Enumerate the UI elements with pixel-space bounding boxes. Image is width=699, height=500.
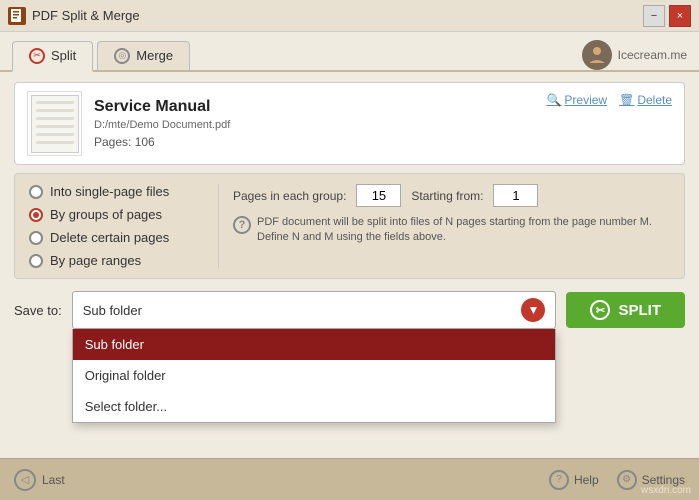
radio-groups[interactable]: By groups of pages	[29, 207, 206, 222]
options-right: Pages in each group: Starting from: ? PD…	[219, 184, 670, 268]
radio-label-ranges: By page ranges	[50, 253, 141, 268]
file-actions: 🔍 Preview 🗑 Delete	[546, 93, 672, 107]
help-icon: ?	[549, 470, 569, 490]
file-card: Service Manual D:/mte/Demo Document.pdf …	[14, 82, 685, 165]
close-button[interactable]: ×	[669, 5, 691, 27]
tab-merge[interactable]: ◎ Merge	[97, 41, 190, 70]
split-button-icon: ✂	[590, 300, 610, 320]
preview-icon: 🔍	[546, 93, 561, 107]
thumb-line-6	[36, 141, 74, 144]
dropdown-arrow-icon: ▼	[521, 298, 545, 322]
file-pages: Pages: 106	[94, 135, 672, 149]
pages-count: 106	[135, 135, 155, 149]
bottom-left: ◁ Last	[14, 469, 65, 491]
radio-label-groups: By groups of pages	[50, 207, 162, 222]
radio-delete[interactable]: Delete certain pages	[29, 230, 206, 245]
pages-in-group-label: Pages in each group:	[233, 189, 346, 203]
split-tab-icon: ✂	[29, 48, 45, 64]
split-button[interactable]: ✂ SPLIT	[566, 292, 685, 328]
save-to-label: Save to:	[14, 303, 62, 318]
pages-label: Pages:	[94, 135, 131, 149]
last-label: Last	[42, 473, 65, 487]
radio-dot-groups	[33, 212, 39, 218]
merge-tab-icon: ◎	[114, 48, 130, 64]
last-icon: ◁	[14, 469, 36, 491]
description-text: PDF document will be split into files of…	[257, 215, 670, 246]
info-icon: ?	[233, 216, 251, 234]
dropdown-trigger[interactable]: Sub folder ▼	[72, 291, 557, 329]
tabs: ✂ Split ◎ Merge	[12, 41, 190, 70]
save-row: Save to: Sub folder ▼ Sub folder Origina…	[14, 291, 685, 329]
icecream-label: Icecream.me	[618, 48, 687, 62]
starting-from-label: Starting from:	[411, 189, 483, 203]
tab-bar: ✂ Split ◎ Merge Icecream.me	[0, 32, 699, 72]
description-box: ? PDF document will be split into files …	[233, 215, 670, 246]
dropdown-item-originalfolder[interactable]: Original folder	[73, 360, 556, 391]
tab-split[interactable]: ✂ Split	[12, 41, 93, 72]
watermark: wsxdn.com	[641, 485, 691, 496]
help-label: Help	[574, 473, 599, 487]
split-button-label: SPLIT	[618, 302, 661, 319]
dropdown-menu: Sub folder Original folder Select folder…	[72, 329, 557, 423]
thumb-inner	[31, 95, 79, 153]
radio-label-delete: Delete certain pages	[50, 230, 169, 245]
thumb-line-5	[36, 133, 74, 136]
delete-label: Delete	[637, 93, 672, 107]
title-bar-left: PDF Split & Merge	[8, 7, 140, 25]
dropdown-item-selectfolder[interactable]: Select folder...	[73, 391, 556, 422]
thumb-line-1	[36, 101, 74, 104]
radio-label-single: Into single-page files	[50, 184, 169, 199]
dropdown-container: Sub folder ▼ Sub folder Original folder …	[72, 291, 557, 329]
radio-circle-single	[29, 185, 43, 199]
dropdown-item-subfolder[interactable]: Sub folder	[73, 329, 556, 360]
dropdown-current-value: Sub folder	[83, 303, 142, 318]
file-path: D:/mte/Demo Document.pdf	[94, 119, 672, 131]
content-area: Service Manual D:/mte/Demo Document.pdf …	[0, 72, 699, 458]
options-left: Into single-page files By groups of page…	[29, 184, 219, 268]
preview-link[interactable]: 🔍 Preview	[546, 93, 607, 107]
main-window: ✂ Split ◎ Merge Icecream.me	[0, 32, 699, 500]
thumb-line-3	[36, 117, 74, 120]
avatar	[582, 40, 612, 70]
window-controls: − ×	[643, 5, 691, 27]
thumb-line-4	[36, 125, 74, 128]
icecream-badge: Icecream.me	[582, 40, 687, 70]
radio-circle-groups	[29, 208, 43, 222]
options-panel: Into single-page files By groups of page…	[14, 173, 685, 279]
radio-circle-delete	[29, 231, 43, 245]
pages-in-group-input[interactable]	[356, 184, 401, 207]
minimize-button[interactable]: −	[643, 5, 665, 27]
radio-single-page[interactable]: Into single-page files	[29, 184, 206, 199]
delete-icon: 🗑	[619, 93, 634, 107]
bottom-bar: ◁ Last ? Help ⚙ Settings	[0, 458, 699, 500]
delete-link[interactable]: 🗑 Delete	[619, 93, 672, 107]
preview-label: Preview	[564, 93, 607, 107]
app-icon	[8, 7, 26, 25]
thumb-line-2	[36, 109, 74, 112]
settings-icon: ⚙	[617, 470, 637, 490]
radio-ranges[interactable]: By page ranges	[29, 253, 206, 268]
title-bar: PDF Split & Merge − ×	[0, 0, 699, 32]
starting-from-input[interactable]	[493, 184, 538, 207]
split-tab-label: Split	[51, 48, 76, 63]
radio-circle-ranges	[29, 254, 43, 268]
input-row: Pages in each group: Starting from:	[233, 184, 670, 207]
help-action[interactable]: ? Help	[549, 470, 599, 490]
window-title: PDF Split & Merge	[32, 8, 140, 23]
merge-tab-label: Merge	[136, 48, 173, 63]
file-thumbnail	[27, 91, 82, 156]
